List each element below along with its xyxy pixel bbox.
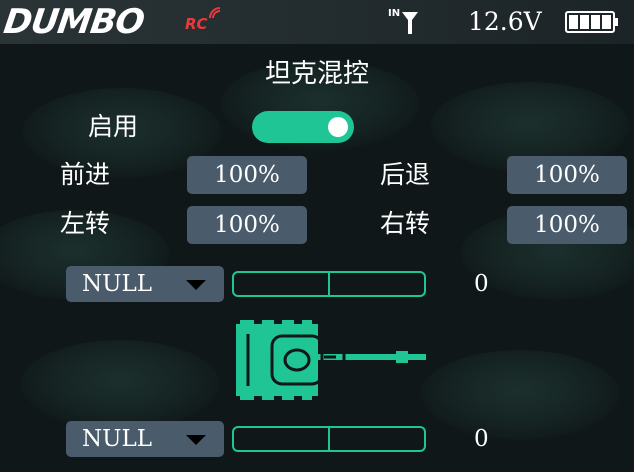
brand-logo-sub: RC <box>185 15 208 33</box>
channel-2-center-mark <box>328 428 330 450</box>
battery-cell <box>580 15 589 29</box>
channel-1-source-select[interactable]: NULL <box>66 266 224 302</box>
brand-logo: DUMBO <box>1 2 147 42</box>
right-turn-rate-field[interactable]: 100% <box>507 206 627 244</box>
channel-1-source-value: NULL <box>82 271 153 297</box>
forward-label: 前进 <box>60 160 111 189</box>
enable-toggle[interactable] <box>252 111 354 143</box>
channel-2-level-bar <box>232 426 426 452</box>
battery-icon <box>565 11 618 33</box>
status-bar: DUMBO RC IN 12.6V <box>0 0 634 44</box>
channel-2-source-value: NULL <box>82 426 153 452</box>
forward-rate-field[interactable]: 100% <box>187 156 307 194</box>
caret-down-icon <box>186 280 206 290</box>
battery-cell <box>591 15 600 29</box>
backward-rate-field[interactable]: 100% <box>507 156 627 194</box>
page-title: 坦克混控 <box>264 59 369 89</box>
battery-cell <box>602 15 611 29</box>
channel-1-center-mark <box>328 273 330 295</box>
battery-cell <box>569 15 578 29</box>
left-turn-rate-field[interactable]: 100% <box>187 206 307 244</box>
toggle-knob <box>328 117 348 137</box>
left-turn-label: 左转 <box>60 209 111 238</box>
right-turn-label: 右转 <box>380 209 431 238</box>
channel-1-level-bar <box>232 271 426 297</box>
backward-label: 后退 <box>380 160 431 189</box>
channel-2-value: 0 <box>474 426 489 452</box>
channel-1-value: 0 <box>474 271 489 297</box>
brand-signal-icon <box>209 7 221 19</box>
voltage-readout: 12.6V <box>468 7 542 36</box>
caret-down-icon <box>186 435 206 445</box>
enable-label: 启用 <box>88 112 139 141</box>
channel-2-source-select[interactable]: NULL <box>66 421 224 457</box>
tank-icon <box>236 320 426 400</box>
antenna-label: IN <box>388 8 400 19</box>
antenna-icon: IN <box>388 8 418 34</box>
